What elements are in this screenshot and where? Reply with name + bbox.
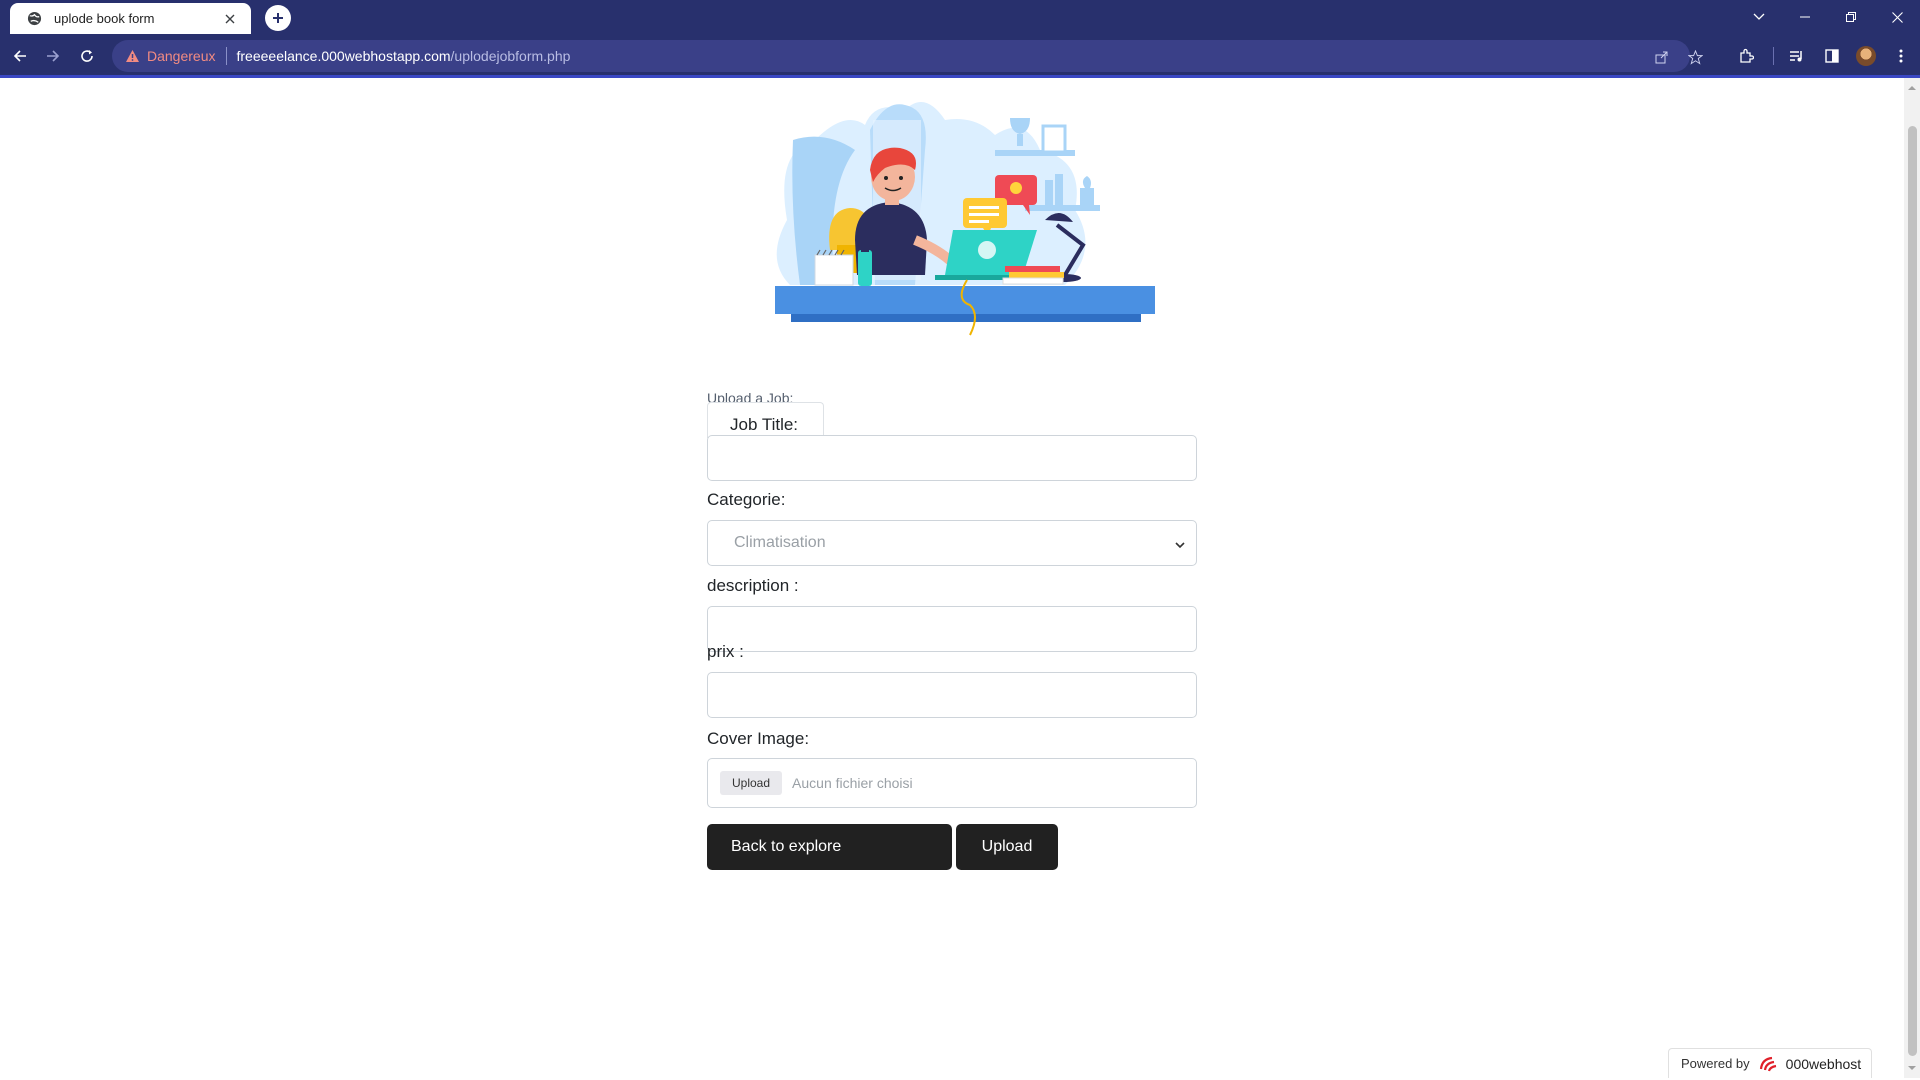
categorie-selected-value: Climatisation (734, 534, 826, 551)
powered-by-text: Powered by (1681, 1056, 1750, 1071)
divider (225, 47, 227, 65)
menu-kebab-icon[interactable] (1890, 45, 1912, 67)
reload-icon[interactable] (74, 43, 100, 69)
job-title-label: Job Title: (707, 402, 824, 438)
description-label: description : (707, 576, 799, 595)
restore-icon[interactable] (1838, 4, 1864, 30)
powered-by-badge[interactable]: Powered by 000webhost (1668, 1048, 1872, 1078)
side-panel-icon[interactable] (1821, 45, 1843, 67)
brand-name: 000webhost (1785, 1055, 1862, 1072)
file-upload-button[interactable]: Upload (720, 771, 783, 795)
chevron-down-icon (1174, 538, 1186, 550)
back-to-explore-button[interactable]: Back to explore (707, 824, 952, 870)
bookmark-star-icon[interactable] (1686, 48, 1704, 66)
scroll-up-icon[interactable] (1908, 84, 1916, 92)
cover-image-file-input[interactable]: Upload Aucun fichier choisi (707, 758, 1197, 808)
job-title-input[interactable] (707, 435, 1197, 481)
upload-button[interactable]: Upload (956, 824, 1058, 870)
back-icon[interactable] (7, 43, 33, 69)
categorie-label: Categorie: (707, 490, 786, 509)
browser-tab[interactable]: uplode book form (10, 3, 251, 34)
cover-image-label: Cover Image: (707, 729, 810, 748)
freelancer-illustration (755, 90, 1165, 365)
file-status-text: Aucun fichier choisi (792, 775, 913, 791)
security-status[interactable]: Dangereux (147, 48, 216, 64)
scrollbar-thumb[interactable] (1908, 126, 1917, 1056)
prix-input[interactable] (707, 672, 1197, 718)
tab-search-icon[interactable] (1746, 4, 1772, 30)
categorie-select[interactable]: Climatisation (707, 520, 1197, 566)
url-path: /uplodejobform.php (450, 48, 571, 64)
upload-job-form: Upload a Job: Job Title: Categorie: Clim… (707, 390, 1197, 870)
toolbar: Dangereux freeeeelance.000webhostapp.com… (0, 34, 1920, 78)
warning-icon[interactable] (124, 48, 140, 64)
new-tab-button[interactable] (265, 5, 291, 31)
toolbar-divider (1773, 47, 1774, 65)
extensions-icon[interactable] (1735, 45, 1757, 67)
scroll-down-icon[interactable] (1908, 1064, 1916, 1072)
globe-icon (26, 10, 43, 27)
url-host: freeeeelance.000webhostapp.com (236, 48, 451, 64)
tab-title: uplode book form (54, 11, 155, 26)
media-queue-icon[interactable] (1786, 45, 1808, 67)
profile-avatar-icon[interactable] (1856, 46, 1876, 66)
prix-label: prix : (707, 642, 744, 661)
close-window-icon[interactable] (1884, 4, 1910, 30)
minimize-icon[interactable] (1792, 4, 1818, 30)
share-icon[interactable] (1653, 48, 1671, 66)
000webhost-logo-icon (1759, 1056, 1776, 1071)
page-scrollbar[interactable] (1904, 78, 1920, 1078)
tab-strip: uplode book form (0, 0, 1920, 34)
address-bar[interactable]: Dangereux freeeeelance.000webhostapp.com… (112, 40, 1703, 72)
close-tab-icon[interactable] (221, 10, 239, 28)
description-input[interactable] (707, 606, 1197, 652)
forward-icon[interactable] (40, 43, 66, 69)
